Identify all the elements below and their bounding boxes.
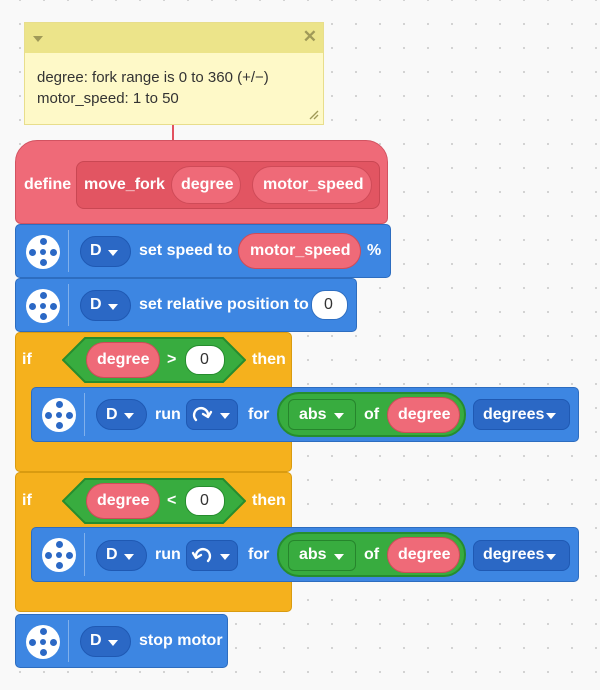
of-text: of [364,546,380,563]
math-function-label: abs [299,546,327,563]
compare-value: 0 [200,492,209,509]
motor-separator [84,393,85,436]
motor-port-label: D [106,406,118,423]
set-speed-text: set speed to [139,242,233,259]
for-text: for [248,546,270,563]
param-motor-speed-label: motor_speed [263,176,364,193]
param-degree-label: degree [181,176,234,193]
motor-icon [42,398,76,432]
operator-greater: > [167,351,177,368]
motor-icon [26,289,60,323]
procedure-name: move_fork [84,176,165,193]
chevron-down-icon [108,304,118,310]
degree-reporter-label: degree [398,406,451,423]
comment-text[interactable]: degree: fork range is 0 to 360 (+/−) moto… [37,67,269,109]
run-text: run [155,546,181,563]
chevron-down-icon [108,640,118,646]
chevron-down-icon [546,554,556,560]
clockwise-arrow-icon [192,407,213,422]
compare-value: 0 [200,351,209,368]
degree-reporter-label: degree [97,351,150,368]
motor-port-label: D [90,632,102,649]
operator-less: < [167,492,177,509]
resize-handle-icon[interactable] [309,110,319,120]
math-function-label: abs [299,406,327,423]
comment-line-1: degree: fork range is 0 to 360 (+/−) [37,69,269,86]
motor-port-dropdown[interactable] [80,236,131,267]
chevron-down-icon [334,413,344,419]
degree-reporter-label: degree [398,546,451,563]
chevron-down-icon [124,413,134,419]
then-keyword: then [252,351,286,368]
motor-port-label: D [90,296,102,313]
motor-separator [68,230,69,272]
speed-value-label: motor_speed [250,242,351,259]
motor-icon [26,235,60,269]
motor-port-label: D [90,242,102,259]
motor-icon [42,538,76,572]
motor-port-dropdown[interactable] [80,290,131,321]
comment-note[interactable]: ✕ degree: fork range is 0 to 360 (+/−) mo… [24,22,324,125]
chevron-down-icon [220,413,230,419]
for-text: for [248,406,270,423]
unit-label: degrees [483,406,545,423]
unit-label: degrees [483,546,545,563]
chevron-down-icon [546,413,556,419]
chevron-down-icon [124,554,134,560]
if-keyword: if [22,351,32,368]
position-value: 0 [324,296,333,313]
triangle-down-icon[interactable] [33,36,43,42]
speed-unit: % [367,242,382,259]
counterclockwise-arrow-icon [191,548,212,563]
stop-motor-text: stop motor [139,632,223,649]
degree-reporter-label: degree [97,492,150,509]
motor-separator [68,284,69,326]
chevron-down-icon [334,554,344,560]
chevron-down-icon [220,554,230,560]
motor-port-dropdown[interactable] [96,399,147,430]
of-text: of [364,406,380,423]
motor-port-dropdown[interactable] [80,626,131,657]
run-text: run [155,406,181,423]
set-position-text: set relative position to [139,296,309,313]
then-keyword: then [252,492,286,509]
motor-port-dropdown[interactable] [96,540,147,571]
define-keyword: define [24,176,72,193]
motor-separator [84,533,85,576]
motor-separator [68,620,69,662]
close-icon[interactable]: ✕ [303,27,317,47]
chevron-down-icon [108,250,118,256]
motor-port-label: D [106,546,118,563]
comment-header[interactable]: ✕ [25,23,323,53]
motor-icon [26,625,60,659]
if-keyword: if [22,492,32,509]
comment-line-2: motor_speed: 1 to 50 [37,90,179,107]
